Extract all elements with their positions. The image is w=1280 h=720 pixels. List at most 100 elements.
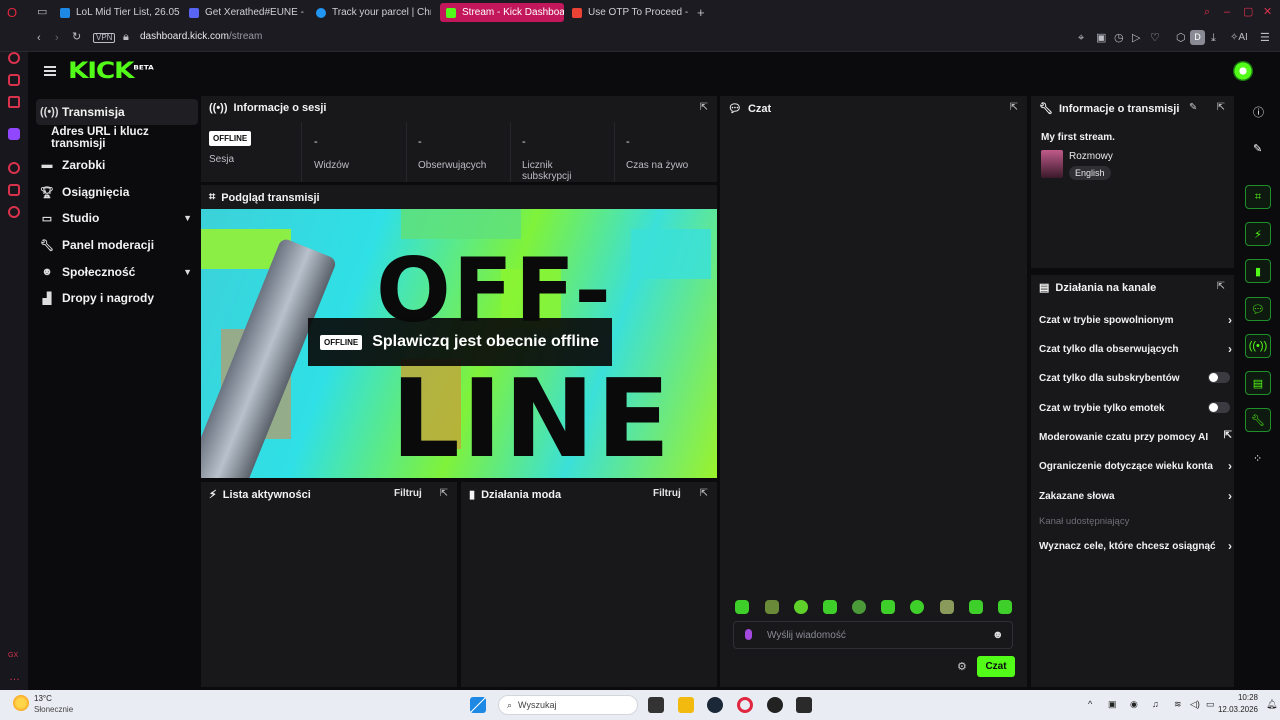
nav-item-osiagniecia[interactable]: 🏆︎ Osiągnięcia [36, 179, 198, 205]
emote-icon[interactable] [765, 600, 779, 614]
notifications-icon[interactable]: 🔔︎ [1266, 699, 1277, 710]
clock-time[interactable]: 10:28 [1222, 693, 1258, 702]
kick-logo[interactable]: KICKBETA [68, 59, 154, 84]
back-icon[interactable]: ‹ [37, 33, 41, 44]
menu-icon[interactable]: ☰ [1260, 33, 1270, 44]
browser-tab-lol[interactable]: LoL Mid Tier List, 26.05, B [60, 3, 180, 22]
filter-button[interactable]: Filtruj [394, 488, 422, 499]
heart-icon[interactable]: ♡ [1150, 33, 1160, 44]
hamburger-menu-icon[interactable] [44, 66, 56, 68]
chat-send-button[interactable]: Czat [977, 656, 1015, 677]
action-ai-moderation[interactable]: Moderowanie czatu przy pomocy AI ⇱ [1039, 430, 1232, 443]
sidebar-settings-icon[interactable] [8, 206, 20, 218]
sidebar-ai-icon[interactable] [8, 52, 20, 64]
task-view-icon[interactable] [648, 697, 664, 713]
popout-icon[interactable]: ⇱ [700, 102, 708, 113]
file-explorer-icon[interactable] [678, 697, 694, 713]
chat-message-input[interactable]: Wyślij wiadomość ☻ [733, 621, 1013, 649]
rail-chat-icon[interactable]: 💬︎ [1245, 297, 1271, 321]
rail-server-icon[interactable]: ▤ [1245, 371, 1271, 395]
sidebar-more-icon[interactable]: … [9, 672, 20, 683]
opera-logo-icon[interactable]: O [7, 6, 17, 19]
play-icon[interactable]: ▷ [1132, 33, 1140, 44]
rail-lightning-icon[interactable]: ⚡︎ [1245, 222, 1271, 246]
sidebar-messenger-icon[interactable] [8, 74, 20, 86]
tray-app-icon[interactable]: ▣ [1108, 699, 1117, 710]
edit-pencil-icon[interactable]: ✎ [1189, 102, 1197, 113]
nav-item-studio[interactable]: ▭ Studio ▼ [36, 205, 198, 231]
info-icon[interactable]: ⓘ [1253, 104, 1264, 120]
windows-start-icon[interactable] [470, 697, 486, 713]
emote-icon[interactable] [852, 600, 866, 614]
browser-tab-parcel[interactable]: Track your parcel | Chron [316, 3, 431, 22]
nav-item-panel-moderacji[interactable]: 🔧︎ Panel moderacji [36, 232, 198, 258]
opera-taskbar-icon[interactable] [737, 697, 753, 713]
new-tab-icon[interactable]: + [697, 6, 705, 19]
nav-item-dropy[interactable]: ▟ Dropy i nagrody [36, 285, 198, 311]
vpn-badge[interactable]: VPN [93, 33, 116, 43]
search-tabs-icon[interactable]: ⌕ [1204, 7, 1210, 18]
sidebar-wallet-icon[interactable] [8, 96, 20, 108]
sidebar-downloads-icon[interactable] [8, 184, 20, 196]
profile-icon[interactable]: D [1190, 30, 1205, 45]
tab-overview-icon[interactable]: ▭ [37, 7, 47, 18]
emote-icon[interactable] [735, 600, 749, 614]
popout-icon[interactable]: ⇱ [1217, 102, 1225, 113]
steam-icon[interactable] [707, 697, 723, 713]
tray-discord-icon[interactable]: ◉ [1130, 699, 1138, 710]
url-field[interactable]: dashboard.kick.com/stream [140, 31, 262, 42]
category-name[interactable]: Rozmowy [1069, 151, 1113, 162]
browser-tab-xerath[interactable]: Get Xerathed#EUNE - Sta [189, 3, 304, 22]
emoji-icon[interactable]: ☻ [992, 629, 1004, 641]
emote-icon[interactable] [881, 600, 895, 614]
popout-icon[interactable]: ⇱ [1010, 102, 1018, 113]
emote-icon[interactable] [998, 600, 1012, 614]
subs-only-toggle[interactable] [1208, 372, 1230, 383]
minimize-icon[interactable]: – [1224, 7, 1230, 18]
history-icon[interactable]: ◷ [1114, 33, 1124, 44]
sidebar-twitch-icon[interactable] [8, 128, 20, 140]
forward-icon[interactable]: › [55, 33, 59, 44]
action-followers-only[interactable]: Czat tylko dla obserwujących › [1039, 342, 1232, 356]
tray-chevron-icon[interactable]: ^ [1088, 699, 1092, 709]
app-taskbar-icon[interactable] [767, 697, 783, 713]
nav-item-transmisja[interactable]: ((•)) Transmisja [36, 99, 198, 125]
nav-item-zarobki[interactable]: ▬ Zarobki [36, 152, 198, 178]
rail-broadcast-icon[interactable]: ((•)) [1245, 334, 1271, 358]
action-slow-mode[interactable]: Czat w trybie spowolnionym › [1039, 313, 1232, 327]
microphone-icon[interactable] [745, 629, 752, 640]
ai-button[interactable]: ✧AI [1230, 33, 1248, 43]
download-icon[interactable]: ⤓ [1211, 33, 1216, 44]
rail-clip-icon[interactable]: ⌗ [1245, 185, 1271, 209]
user-avatar[interactable] [1233, 61, 1253, 81]
stream-preview[interactable]: OFF- LINE OFFLINE Splawiczq jest obecnie… [201, 209, 717, 478]
pin-icon[interactable]: ⌖ [1078, 33, 1084, 44]
popout-icon[interactable]: ⇱ [700, 488, 708, 499]
snapshot-icon[interactable]: ▣ [1096, 33, 1106, 44]
action-set-goals[interactable]: Wyznacz cele, które chcesz osiągnąć › [1039, 539, 1232, 553]
nav-item-stream-key[interactable]: Adres URL i klucz transmisji [36, 125, 198, 151]
reload-icon[interactable]: ↻ [72, 32, 81, 43]
weather-sun-icon[interactable] [13, 695, 29, 711]
emote-only-toggle[interactable] [1208, 402, 1230, 413]
tray-mic-icon[interactable]: ♫ [1152, 699, 1159, 709]
emote-icon[interactable] [910, 600, 924, 614]
rail-document-icon[interactable]: ▮ [1245, 259, 1271, 283]
wifi-icon[interactable]: ≋ [1174, 699, 1182, 710]
browser-tab-otp[interactable]: Use OTP To Proceed - gre [572, 3, 690, 22]
sidebar-history-icon[interactable] [8, 162, 20, 174]
category-thumbnail[interactable] [1041, 150, 1063, 178]
action-banned-words[interactable]: Zakazane słowa › [1039, 489, 1232, 503]
volume-icon[interactable]: ◁) [1190, 699, 1200, 710]
edit-icon[interactable]: ✎ [1253, 142, 1262, 155]
popout-icon[interactable]: ⇱ [1217, 281, 1225, 292]
taskbar-search[interactable]: ⌕ Wyszukaj [498, 695, 638, 715]
emote-icon[interactable] [794, 600, 808, 614]
clock-date[interactable]: 12.03.2026 [1212, 705, 1258, 714]
rail-wrench-icon[interactable]: 🔧︎ [1245, 408, 1271, 432]
emote-icon[interactable] [823, 600, 837, 614]
close-window-icon[interactable]: ✕ [1263, 7, 1272, 18]
emote-icon[interactable] [940, 600, 954, 614]
filter-button[interactable]: Filtruj [653, 488, 681, 499]
chat-settings-gear-icon[interactable]: ⚙ [957, 660, 967, 673]
